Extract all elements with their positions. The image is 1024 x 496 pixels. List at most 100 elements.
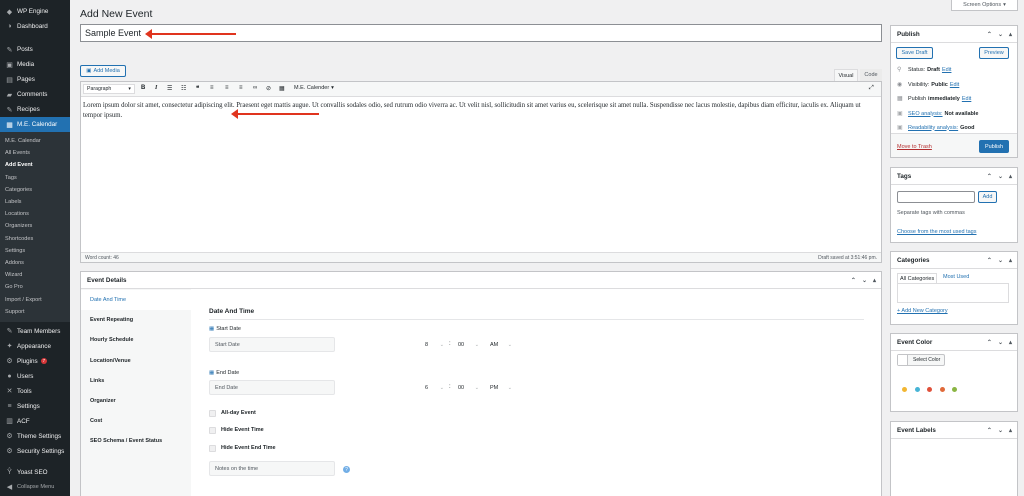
sidebar-item-yoast[interactable]: Ŷ Yoast SEO: [0, 465, 70, 480]
sidebar-item-me-calendar[interactable]: ▦ M.E. Calendar: [0, 117, 70, 132]
all-day-checkbox[interactable]: [209, 410, 216, 417]
color-swatch[interactable]: [952, 387, 957, 392]
submenu-item-labels[interactable]: Labels: [0, 196, 70, 208]
sidebar-item-theme-settings[interactable]: ⚙ Theme Settings: [0, 429, 70, 444]
start-minute-select[interactable]: 00 ⌄: [454, 339, 483, 351]
readability-link[interactable]: Readability analysis:: [908, 125, 958, 131]
sidebar-item-team-members[interactable]: ✎ Team Members: [0, 324, 70, 339]
unlink-icon[interactable]: ⊘: [266, 85, 271, 92]
sidebar-item-acf[interactable]: ▥ ACF: [0, 414, 70, 429]
submenu-item-organizers[interactable]: Organizers: [0, 220, 70, 232]
sidebar-item-tools[interactable]: ✕ Tools: [0, 384, 70, 399]
end-date-input[interactable]: End Date: [209, 380, 335, 395]
submenu-item-tags[interactable]: Tags: [0, 172, 70, 184]
sidebar-item-users[interactable]: ● Users: [0, 369, 70, 384]
sidebar-item-security-settings[interactable]: ⚙ Security Settings: [0, 444, 70, 459]
blockquote-icon[interactable]: ❝: [196, 85, 199, 92]
color-swatch[interactable]: [914, 387, 920, 392]
end-hour-select[interactable]: 6 ⌄: [421, 382, 448, 394]
add-tag-button[interactable]: Add: [978, 191, 997, 203]
end-minute-select[interactable]: 00 ⌄: [454, 382, 483, 394]
toolbar-toggle-icon[interactable]: ▦: [279, 85, 285, 92]
caret-toggle-icon[interactable]: ▴: [1009, 257, 1012, 264]
tab-organizer[interactable]: Organizer: [81, 391, 191, 411]
numbered-list-icon[interactable]: ☷: [181, 85, 186, 92]
tab-most-used[interactable]: Most Used: [943, 274, 969, 280]
chevron-up-icon[interactable]: ⌃: [987, 427, 992, 434]
submenu-item-all-events[interactable]: All Events: [0, 147, 70, 159]
sidebar-item-pages[interactable]: ▤ Pages: [0, 72, 70, 87]
submenu-item-categories[interactable]: Categories: [0, 184, 70, 196]
italic-button[interactable]: I: [155, 85, 157, 91]
tab-date-and-time[interactable]: Date And Time: [81, 290, 191, 310]
caret-toggle-icon[interactable]: ▴: [1009, 427, 1012, 434]
chevron-down-icon[interactable]: ⌄: [998, 31, 1003, 38]
color-swatch[interactable]: [939, 387, 945, 392]
bullet-list-icon[interactable]: ☰: [167, 85, 172, 92]
caret-toggle-icon[interactable]: ▴: [1009, 339, 1012, 346]
seo-analysis-link[interactable]: SEO analysis:: [908, 111, 943, 117]
publish-button[interactable]: Publish: [979, 140, 1009, 153]
me-calendar-dropdown[interactable]: M.E. Calender ▾: [294, 85, 334, 91]
chevron-up-icon[interactable]: ⌃: [987, 257, 992, 264]
chevron-down-icon[interactable]: ⌄: [998, 173, 1003, 180]
hide-end-time-checkbox[interactable]: [209, 445, 216, 452]
sidebar-item-wp-engine[interactable]: ◆ WP Engine: [0, 4, 70, 19]
caret-toggle-icon[interactable]: ▴: [1009, 31, 1012, 38]
collapse-menu-button[interactable]: ◀ Collapse Menu: [0, 480, 70, 495]
submenu-item-go-pro[interactable]: Go Pro: [0, 281, 70, 293]
submenu-item-wizard[interactable]: Wizard: [0, 269, 70, 281]
submenu-item-shortcodes[interactable]: Shortcodes: [0, 233, 70, 245]
tab-location-venue[interactable]: Location/Venue: [81, 351, 191, 371]
sidebar-item-dashboard[interactable]: ◑ Dashboard: [0, 19, 70, 34]
submenu-item-add-event[interactable]: Add Event: [0, 159, 70, 171]
tab-event-repeating[interactable]: Event Repeating: [81, 310, 191, 330]
editor-tab-visual[interactable]: Visual: [834, 69, 858, 81]
caret-toggle-icon[interactable]: ▴: [1009, 173, 1012, 180]
editor-tab-code[interactable]: Code: [860, 69, 882, 81]
submenu-item-locations[interactable]: Locations: [0, 208, 70, 220]
submenu-item-settings[interactable]: Settings: [0, 245, 70, 257]
sidebar-item-posts[interactable]: ✎ Posts: [0, 42, 70, 57]
tab-hourly-schedule[interactable]: Hourly Schedule: [81, 330, 191, 350]
tab-cost[interactable]: Cost: [81, 411, 191, 431]
editor-content[interactable]: Lorem ipsum dolor sit amet, consectetur …: [82, 99, 880, 249]
link-icon[interactable]: ∞: [253, 85, 257, 91]
end-ampm-select[interactable]: PM ⌄: [486, 382, 516, 394]
format-select[interactable]: Paragraph ▾: [83, 84, 135, 94]
submenu-item-addons[interactable]: Addons: [0, 257, 70, 269]
submenu-item-m-e-calendar[interactable]: M.E. Calendar: [0, 135, 70, 147]
chevron-down-icon[interactable]: ⌄: [998, 427, 1003, 434]
sidebar-item-media[interactable]: ▣ Media: [0, 57, 70, 72]
time-notes-input[interactable]: Notes on the time: [209, 461, 335, 476]
align-right-icon[interactable]: ≡: [239, 85, 243, 91]
sidebar-item-settings[interactable]: ≡ Settings: [0, 399, 70, 414]
sidebar-item-recipes[interactable]: ✎ Recipes: [0, 102, 70, 117]
color-swatch[interactable]: [927, 387, 932, 392]
chevron-up-icon[interactable]: ⌃: [851, 277, 856, 284]
submenu-item-support[interactable]: Support: [0, 306, 70, 318]
sidebar-item-appearance[interactable]: ✦ Appearance: [0, 339, 70, 354]
add-new-category-link[interactable]: + Add New Category: [897, 308, 948, 314]
chevron-up-icon[interactable]: ⌃: [987, 339, 992, 346]
move-to-trash-link[interactable]: Move to Trash: [897, 144, 932, 150]
most-used-tags-link[interactable]: Choose from the most used tags: [897, 229, 976, 235]
align-left-icon[interactable]: ≡: [210, 85, 214, 91]
tab-all-categories[interactable]: All Categories: [897, 273, 938, 283]
tab-links[interactable]: Links: [81, 371, 191, 391]
sidebar-item-plugins[interactable]: ⚙ Plugins 7: [0, 354, 70, 369]
start-ampm-select[interactable]: AM ⌄: [486, 339, 516, 351]
hide-time-checkbox[interactable]: [209, 427, 216, 434]
add-media-button[interactable]: ▣ Add Media: [80, 65, 126, 77]
edit-date-link[interactable]: Edit: [962, 96, 971, 102]
chevron-up-icon[interactable]: ⌃: [987, 31, 992, 38]
help-icon[interactable]: ?: [343, 466, 350, 473]
chevron-up-icon[interactable]: ⌃: [987, 173, 992, 180]
align-center-icon[interactable]: ≡: [225, 85, 229, 91]
select-color-button[interactable]: Select Color: [897, 354, 945, 366]
chevron-down-icon[interactable]: ⌄: [998, 339, 1003, 346]
bold-button[interactable]: B: [141, 85, 145, 91]
submenu-item-import-export[interactable]: Import / Export: [0, 293, 70, 305]
start-hour-select[interactable]: 8 ⌄: [421, 339, 448, 351]
sidebar-item-comments[interactable]: ▰ Comments: [0, 87, 70, 102]
